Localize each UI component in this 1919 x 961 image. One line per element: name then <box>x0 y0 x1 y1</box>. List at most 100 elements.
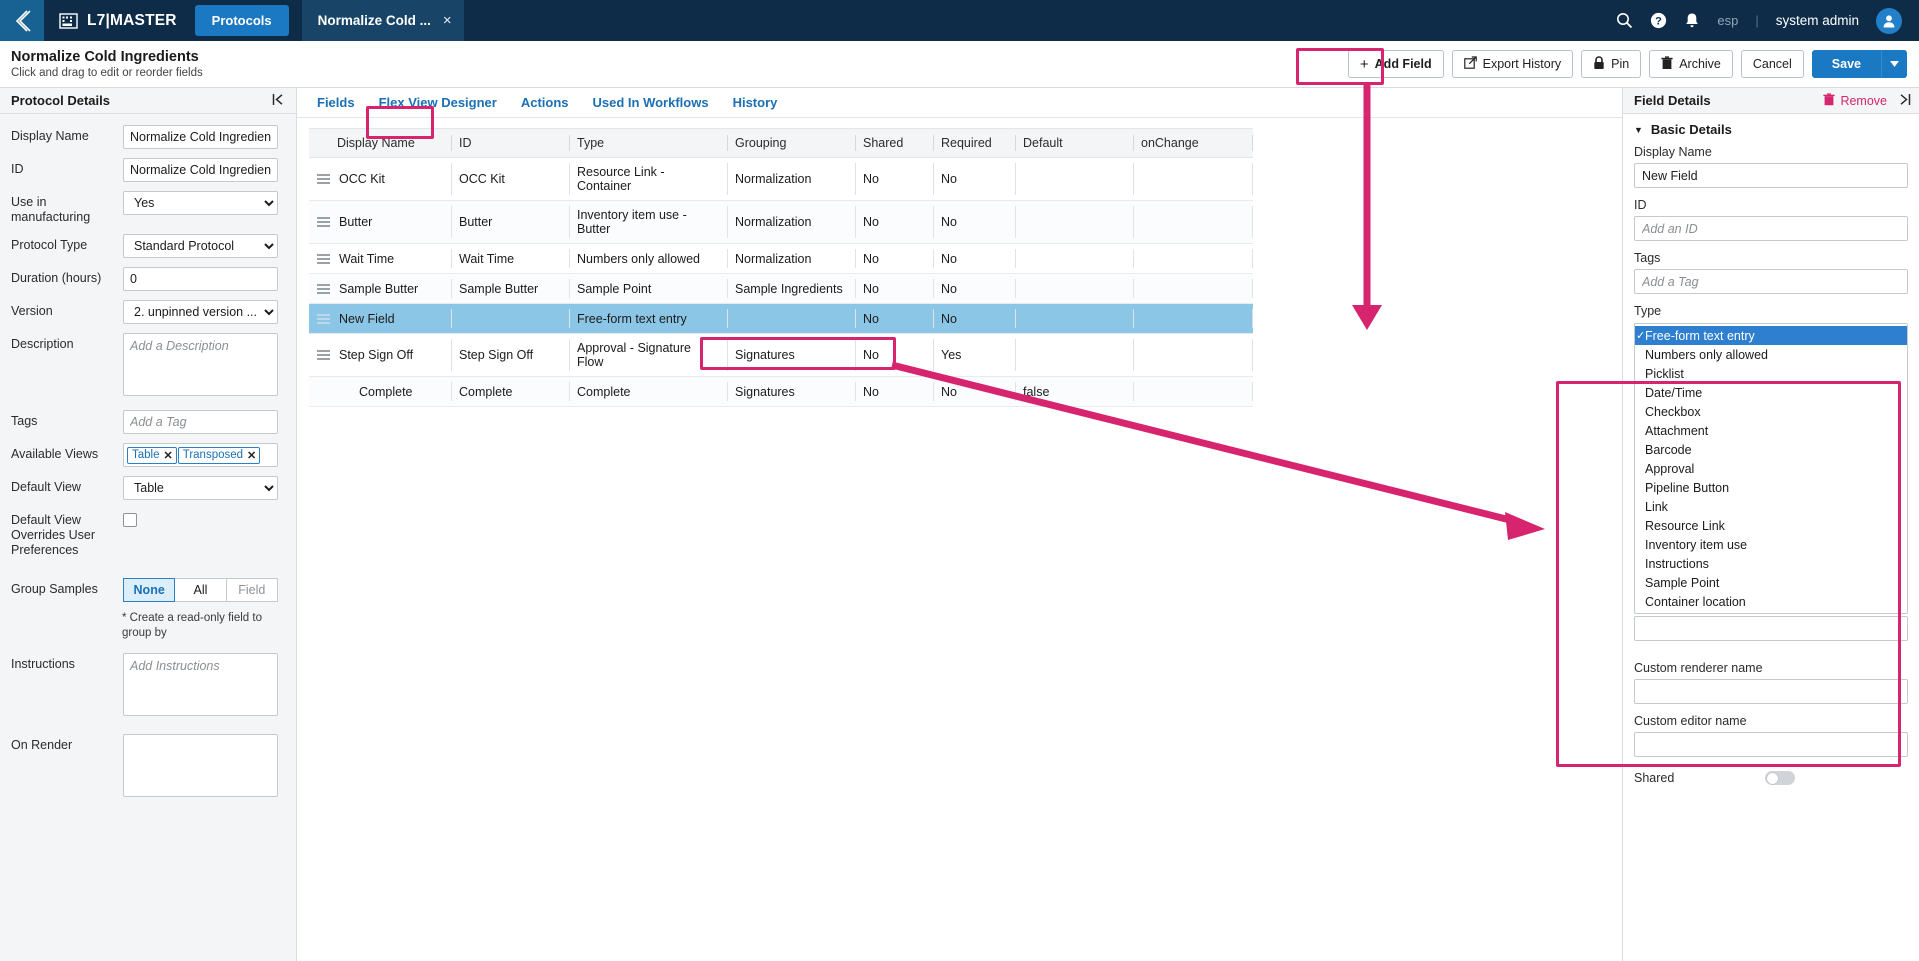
cell-type[interactable]: Resource Link - Container <box>569 157 727 201</box>
table-row[interactable]: Complete Complete Complete Signatures No… <box>309 376 1253 407</box>
cell-onchange[interactable] <box>1133 157 1253 201</box>
column-header-type[interactable]: Type <box>569 128 727 158</box>
expand-panel-icon[interactable] <box>1897 93 1911 109</box>
type-option-numbers-only-allowed[interactable]: Numbers only allowed <box>1635 345 1907 364</box>
cell-shared[interactable]: No <box>855 200 933 244</box>
cell-grouping[interactable]: Sample Ingredients <box>727 273 855 304</box>
search-icon[interactable] <box>1616 12 1633 29</box>
nav-protocols-button[interactable]: Protocols <box>194 5 289 36</box>
cell-id[interactable]: Butter <box>451 200 569 244</box>
table-row[interactable]: Step Sign Off Step Sign Off Approval - S… <box>309 333 1253 377</box>
cell-shared[interactable]: No <box>855 303 933 334</box>
cell-display-name[interactable]: Butter <box>309 200 451 244</box>
tab-history[interactable]: History <box>721 88 790 118</box>
drag-handle-icon[interactable] <box>317 217 330 227</box>
collapse-panel-icon[interactable] <box>272 93 286 109</box>
cell-display-name[interactable]: Complete <box>309 376 451 407</box>
tab-actions[interactable]: Actions <box>509 88 581 118</box>
save-dropdown-caret[interactable] <box>1881 50 1907 78</box>
tab-fields[interactable]: Fields <box>305 88 367 118</box>
cell-display-name[interactable]: New Field <box>309 303 451 334</box>
column-header-onchange[interactable]: onChange <box>1133 128 1253 158</box>
user-avatar-icon[interactable] <box>1876 7 1902 34</box>
save-button[interactable]: Save <box>1811 50 1881 78</box>
tab-used-in-workflows[interactable]: Used In Workflows <box>581 88 721 118</box>
cell-default[interactable] <box>1015 157 1133 201</box>
cell-onchange[interactable] <box>1133 333 1253 377</box>
cell-required[interactable]: Yes <box>933 333 1015 377</box>
cell-grouping[interactable]: Signatures <box>727 333 855 377</box>
cell-default[interactable] <box>1015 243 1133 274</box>
cell-grouping[interactable]: Normalization <box>727 157 855 201</box>
table-row[interactable]: Sample Butter Sample Butter Sample Point… <box>309 273 1253 304</box>
cancel-button[interactable]: Cancel <box>1740 50 1804 78</box>
type-option-barcode[interactable]: Barcode <box>1635 440 1907 459</box>
overrides-checkbox[interactable] <box>123 513 137 527</box>
fd-shared-toggle[interactable] <box>1765 771 1795 785</box>
duration-input[interactable] <box>123 267 278 291</box>
cell-shared[interactable]: No <box>855 243 933 274</box>
type-option-container-location[interactable]: Container location <box>1635 592 1907 611</box>
column-header-default[interactable]: Default <box>1015 128 1133 158</box>
column-header-required[interactable]: Required <box>933 128 1015 158</box>
cell-shared[interactable]: No <box>855 333 933 377</box>
column-header-display-name[interactable]: Display Name <box>309 128 451 158</box>
cell-id[interactable] <box>451 303 569 334</box>
column-header-shared[interactable]: Shared <box>855 128 933 158</box>
cell-type[interactable]: Sample Point <box>569 273 727 304</box>
drag-handle-icon[interactable] <box>317 350 330 360</box>
cell-onchange[interactable] <box>1133 273 1253 304</box>
cell-shared[interactable]: No <box>855 273 933 304</box>
cell-type[interactable]: Inventory item use - Butter <box>569 200 727 244</box>
type-option-free-form-text-entry[interactable]: ✓ Free-form text entry <box>1635 326 1907 345</box>
cell-type[interactable]: Numbers only allowed <box>569 243 727 274</box>
cell-id[interactable]: Wait Time <box>451 243 569 274</box>
bell-icon[interactable] <box>1684 12 1700 29</box>
type-option-date-time[interactable]: Date/Time <box>1635 383 1907 402</box>
cell-default[interactable] <box>1015 200 1133 244</box>
instructions-textarea[interactable] <box>123 653 278 716</box>
cell-default[interactable] <box>1015 333 1133 377</box>
id-input[interactable] <box>123 158 278 182</box>
cell-display-name[interactable]: Step Sign Off <box>309 333 451 377</box>
use-in-manufacturing-select[interactable]: Yes <box>123 191 278 215</box>
type-option-sample-point[interactable]: Sample Point <box>1635 573 1907 592</box>
cell-onchange[interactable] <box>1133 303 1253 334</box>
cell-required[interactable]: No <box>933 303 1015 334</box>
table-row[interactable]: Butter Butter Inventory item use - Butte… <box>309 200 1253 244</box>
table-row[interactable]: OCC Kit OCC Kit Resource Link - Containe… <box>309 157 1253 201</box>
tab-flex-view-designer[interactable]: Flex View Designer <box>367 88 509 118</box>
drag-handle-icon[interactable] <box>317 313 330 324</box>
close-icon[interactable]: × <box>443 12 452 29</box>
close-icon[interactable]: ✕ <box>247 449 256 462</box>
cell-required[interactable]: No <box>933 243 1015 274</box>
cell-required[interactable]: No <box>933 200 1015 244</box>
fd-custom-renderer-input[interactable] <box>1634 679 1908 704</box>
export-history-button[interactable]: Export History <box>1451 50 1574 78</box>
fd-display-name-input[interactable] <box>1634 163 1908 188</box>
fd-tags-input[interactable] <box>1634 269 1908 294</box>
view-chip-transposed[interactable]: Transposed ✕ <box>177 446 261 464</box>
cell-shared[interactable]: No <box>855 376 933 407</box>
cell-grouping[interactable]: Normalization <box>727 243 855 274</box>
default-view-select[interactable]: Table <box>123 476 278 500</box>
type-option-inventory-item-use[interactable]: Inventory item use <box>1635 535 1907 554</box>
drag-handle-icon[interactable] <box>317 283 330 294</box>
type-option-attachment[interactable]: Attachment <box>1635 421 1907 440</box>
cell-default[interactable]: false <box>1015 376 1133 407</box>
cell-type[interactable]: Free-form text entry <box>569 303 727 334</box>
cell-grouping[interactable]: Signatures <box>727 376 855 407</box>
type-option-instructions[interactable]: Instructions <box>1635 554 1907 573</box>
cell-default[interactable] <box>1015 303 1133 334</box>
column-header-id[interactable]: ID <box>451 128 569 158</box>
type-option-approval[interactable]: Approval <box>1635 459 1907 478</box>
cell-shared[interactable]: No <box>855 157 933 201</box>
cell-display-name[interactable]: Wait Time <box>309 243 451 274</box>
archive-button[interactable]: Archive <box>1649 50 1733 78</box>
type-option-checkbox[interactable]: Checkbox <box>1635 402 1907 421</box>
cell-id[interactable]: Step Sign Off <box>451 333 569 377</box>
cell-id[interactable]: Sample Butter <box>451 273 569 304</box>
group-samples-option-all[interactable]: All <box>175 578 227 602</box>
cell-grouping[interactable]: Normalization <box>727 200 855 244</box>
type-option-link[interactable]: Link <box>1635 497 1907 516</box>
